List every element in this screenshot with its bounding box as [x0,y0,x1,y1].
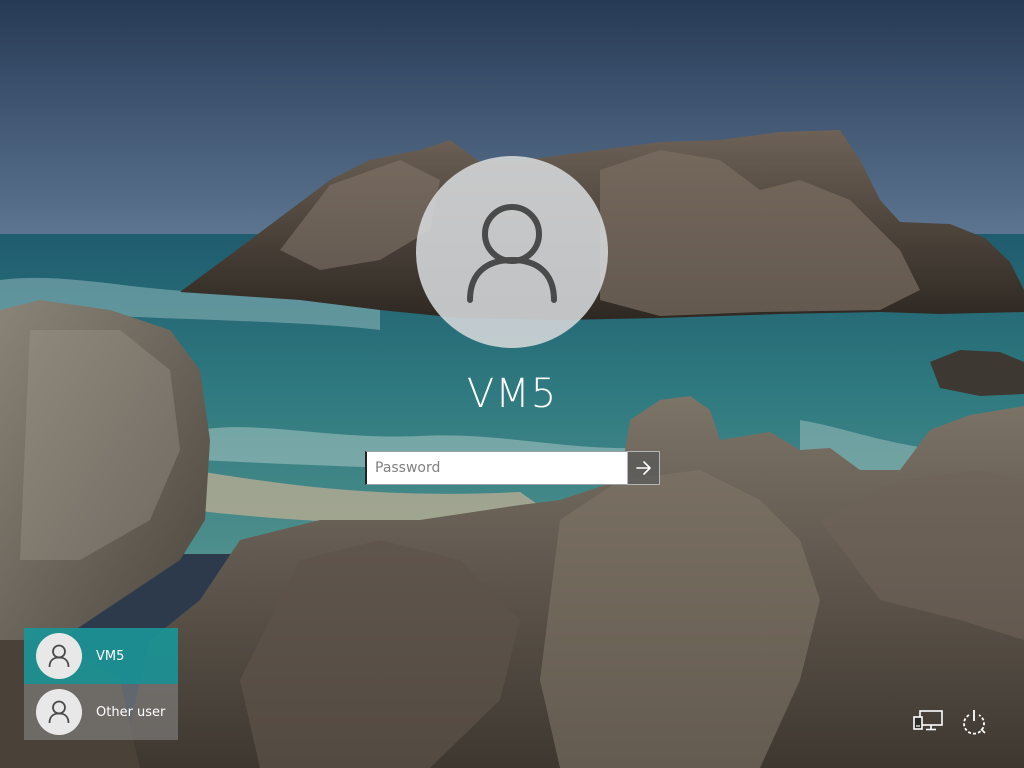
user-tile-label: Other user [96,704,166,720]
user-avatar [416,156,608,348]
user-icon [48,700,70,724]
network-icon [913,710,943,731]
user-tile-vm5[interactable]: VM5 [24,628,178,684]
password-row [365,451,660,485]
user-icon [48,644,70,668]
arrow-right-icon [635,461,651,475]
password-input[interactable] [365,451,627,485]
user-name-heading: VM5 [466,371,558,417]
user-list: VM5 Other user [24,628,178,740]
network-button[interactable] [910,706,946,738]
power-button[interactable] [956,706,992,738]
submit-button[interactable] [627,451,660,485]
lock-screen: VM5 VM5 Other user [0,0,1024,768]
user-tile-label: VM5 [96,648,125,664]
user-icon [467,204,557,303]
power-icon [963,710,986,735]
user-tile-other-user[interactable]: Other user [24,684,178,740]
user-tile-avatar [36,633,82,679]
user-tile-avatar [36,689,82,735]
